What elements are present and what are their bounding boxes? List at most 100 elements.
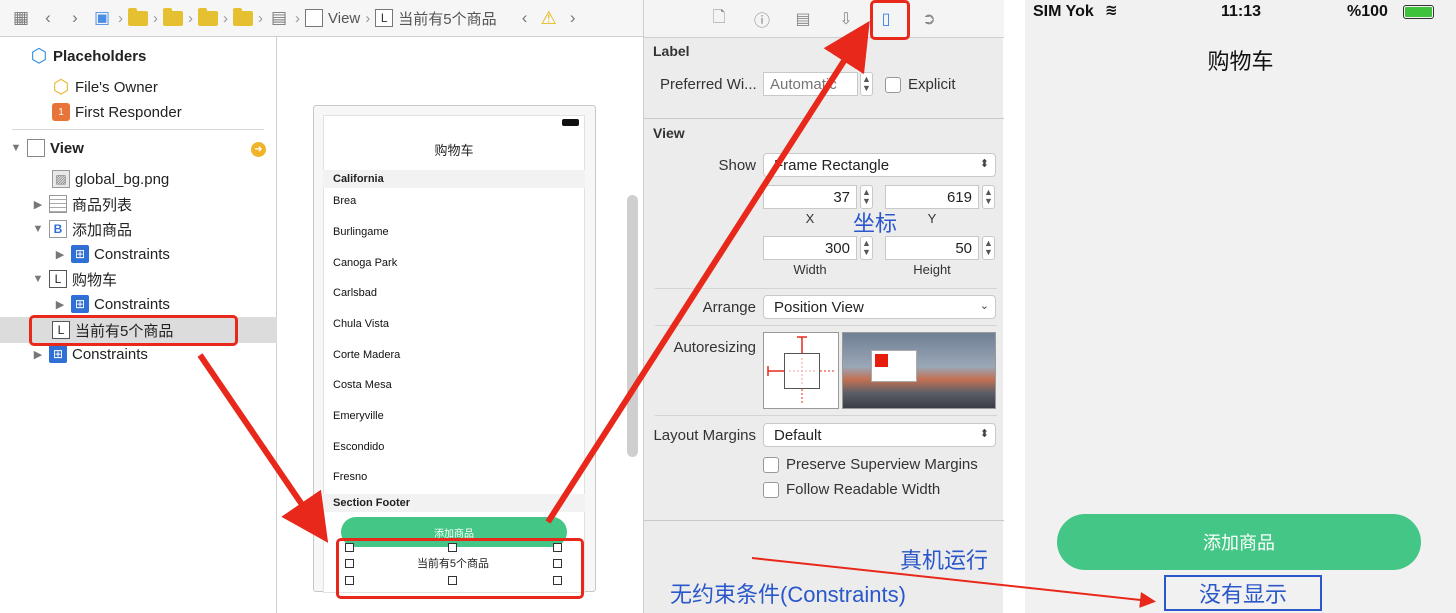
follow-readable-checkbox[interactable]: [763, 482, 779, 498]
outline-divider: [12, 129, 264, 130]
breadcrumb-separator-icon: ›: [258, 9, 263, 27]
updown-chevron-icon: ⬍: [979, 158, 989, 170]
project-file-icon[interactable]: ▣: [91, 8, 113, 28]
attributes-inspector-icon[interactable]: ⇩: [835, 8, 857, 30]
preserve-margins-checkbox[interactable]: [763, 457, 779, 473]
warning-icon[interactable]: ⚠: [541, 8, 557, 29]
device-screen: SIM Yok ≋ 11:13 %100 购物车 添加商品: [1025, 0, 1456, 613]
explicit-checkbox[interactable]: [885, 77, 901, 93]
annotation-box-canvas-label: [336, 538, 584, 599]
x-caption: X: [805, 211, 815, 226]
table-cell[interactable]: Canoga Park: [333, 257, 397, 269]
battery-icon: [1403, 5, 1434, 19]
outline-view-row[interactable]: ▼ View: [10, 136, 84, 160]
width-caption: Width: [793, 262, 827, 277]
section-divider: [655, 415, 997, 416]
table-cell[interactable]: Corte Madera: [333, 349, 400, 361]
folder-icon[interactable]: [198, 7, 218, 26]
preferred-width-field[interactable]: [763, 72, 858, 96]
outline-item-product-list[interactable]: ▶ 商品列表: [32, 192, 132, 216]
height-stepper[interactable]: ▲ ▼: [982, 236, 995, 260]
outline-item-label: 商品列表: [72, 196, 133, 214]
canvas-scrollbar[interactable]: [627, 195, 638, 457]
disclosure-closed-icon[interactable]: ▶: [54, 298, 66, 311]
quick-help-icon[interactable]: ⓘ: [751, 8, 773, 30]
issue-back-icon[interactable]: ‹: [514, 8, 536, 28]
phone-add-button[interactable]: 添加商品: [1057, 514, 1421, 570]
canvas-nav-title[interactable]: 购物车: [323, 140, 585, 159]
outline-item-label: Constraints: [94, 245, 170, 263]
breadcrumb-item-label[interactable]: 当前有5个商品: [398, 8, 496, 29]
outline-item-cart-label[interactable]: ▼ L 购物车: [32, 267, 117, 291]
section-divider: [655, 325, 997, 326]
preferred-width-stepper[interactable]: ▲ ▼: [860, 72, 873, 96]
height-field[interactable]: 50: [885, 236, 979, 260]
autoresizing-struts-icon: [767, 336, 836, 405]
identity-inspector-icon[interactable]: ▤: [792, 8, 814, 30]
table-cell[interactable]: Costa Mesa: [333, 379, 392, 391]
table-cell[interactable]: Emeryville: [333, 410, 384, 422]
outline-item-add-button[interactable]: ▼ B 添加商品: [32, 217, 132, 241]
constraints-icon: ⊞: [49, 345, 67, 363]
arrange-label: Arrange: [702, 299, 756, 316]
table-cell[interactable]: Escondido: [333, 441, 384, 453]
x-field[interactable]: 37: [763, 185, 857, 209]
preferred-width-label: Preferred Wi...: [660, 76, 757, 93]
constraints-icon: ⊞: [71, 245, 89, 263]
show-popup[interactable]: Frame Rectangle ⬍: [763, 153, 996, 177]
table-cell[interactable]: Fresno: [333, 471, 367, 483]
disclosure-closed-icon[interactable]: ▶: [32, 198, 44, 211]
outline-item-label: Constraints: [72, 345, 148, 363]
disclosure-open-icon[interactable]: ▼: [10, 142, 22, 154]
breadcrumb-item-view[interactable]: View: [328, 10, 360, 27]
xib-file-icon[interactable]: ▤: [268, 8, 290, 28]
status-arrow-icon[interactable]: ➜: [251, 142, 266, 157]
table-cell[interactable]: Burlingame: [333, 226, 389, 238]
canvas-section-footer: Section Footer: [323, 494, 585, 512]
table-cell[interactable]: Chula Vista: [333, 318, 389, 330]
width-field[interactable]: 300: [763, 236, 857, 260]
outline-item-constraints[interactable]: ▶ ⊞ Constraints: [54, 292, 170, 316]
width-stepper[interactable]: ▲ ▼: [860, 236, 873, 260]
outline-first-responder[interactable]: 1 First Responder: [52, 100, 182, 124]
disclosure-open-icon[interactable]: ▼: [32, 223, 44, 235]
arrange-popup[interactable]: Position View ⌄: [763, 295, 996, 319]
breadcrumb-separator-icon: ›: [118, 9, 123, 27]
y-stepper[interactable]: ▲ ▼: [982, 185, 995, 209]
layout-margins-popup[interactable]: Default ⬍: [763, 423, 996, 447]
folder-icon[interactable]: [233, 7, 253, 26]
outline-item-global-bg[interactable]: ▨ global_bg.png: [52, 167, 169, 191]
inspector-tab-bar: 🗋 ⓘ ▤ ⇩ ▯ ➲: [644, 0, 1004, 38]
battery-icon: [562, 119, 579, 126]
jump-bar: ▦ ‹ › ▣ › › › › › ▤ › View › L 当前有5个商品 ‹…: [0, 0, 643, 37]
y-field[interactable]: 619: [885, 185, 979, 209]
disclosure-closed-icon[interactable]: ▶: [54, 248, 66, 261]
table-cell[interactable]: Brea: [333, 195, 356, 207]
breadcrumb-separator-icon: ›: [153, 9, 158, 27]
y-caption: Y: [927, 211, 937, 226]
autoresizing-control[interactable]: [763, 332, 839, 409]
outline-item-label: 购物车: [72, 271, 118, 289]
section-divider: [644, 520, 1004, 521]
forward-arrow-icon[interactable]: ›: [64, 8, 86, 28]
explicit-label: Explicit: [908, 76, 956, 93]
issue-forward-icon[interactable]: ›: [562, 8, 584, 28]
folder-icon[interactable]: [163, 7, 183, 26]
related-items-icon[interactable]: ▦: [10, 8, 32, 28]
follow-readable-label: Follow Readable Width: [786, 481, 941, 498]
annotation-not-shown-box: 没有显示: [1164, 575, 1322, 611]
table-cell[interactable]: Carlsbad: [333, 287, 377, 299]
outline-files-owner[interactable]: ⬡ File's Owner: [52, 75, 158, 99]
file-inspector-icon[interactable]: 🗋: [708, 8, 730, 30]
folder-icon[interactable]: [128, 7, 148, 26]
breadcrumb-separator-icon: ›: [295, 9, 300, 27]
view-box-icon: [305, 9, 323, 27]
clock-text: 11:13: [1221, 3, 1262, 20]
back-arrow-icon[interactable]: ‹: [37, 8, 59, 28]
placeholders-cube-icon: ⬡: [30, 45, 48, 67]
outline-item-constraints[interactable]: ▶ ⊞ Constraints: [54, 242, 170, 266]
section-divider: [644, 118, 1004, 119]
connections-inspector-icon[interactable]: ➲: [918, 8, 940, 30]
disclosure-open-icon[interactable]: ▼: [32, 273, 44, 285]
disclosure-closed-icon[interactable]: ▶: [32, 348, 44, 361]
